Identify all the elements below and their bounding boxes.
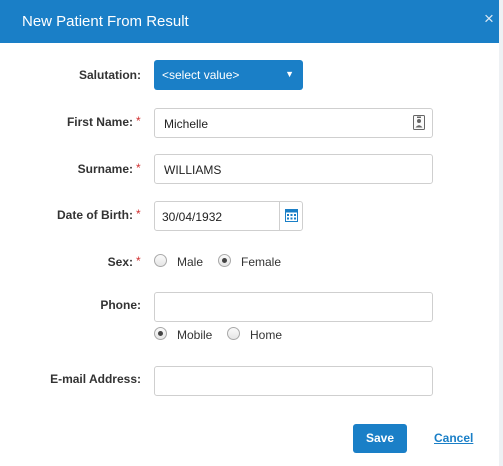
dob-required-marker: * [136, 207, 141, 221]
dob-label: Date of Birth: [57, 208, 133, 222]
phone-home-label[interactable]: Home [250, 328, 282, 342]
dob-field[interactable]: 30/04/1932 [154, 201, 303, 231]
first-name-value: Michelle [164, 117, 209, 131]
phone-field[interactable] [154, 292, 433, 322]
phone-mobile-radio[interactable] [154, 327, 167, 340]
first-name-label: First Name: [66, 115, 133, 129]
dialog-title: New Patient From Result [22, 13, 189, 30]
surname-label: Surname: [77, 162, 133, 176]
dob-value: 30/04/1932 [162, 210, 223, 224]
email-field[interactable] [154, 366, 433, 396]
contact-card-icon[interactable] [413, 115, 425, 130]
sex-label: Sex: [107, 255, 133, 269]
sex-female-label[interactable]: Female [241, 255, 281, 269]
dob-divider [279, 202, 280, 230]
chevron-down-icon: ▼ [285, 69, 294, 79]
first-name-required-marker: * [136, 114, 141, 128]
sex-male-radio[interactable] [154, 254, 167, 267]
sex-required-marker: * [136, 254, 141, 268]
salutation-select[interactable]: <select value> ▼ [154, 60, 303, 90]
first-name-field[interactable]: Michelle [154, 108, 433, 138]
sex-male-label[interactable]: Male [177, 255, 203, 269]
calendar-icon[interactable] [285, 209, 298, 222]
phone-label: Phone: [100, 298, 141, 312]
email-label: E-mail Address: [50, 372, 141, 386]
save-button[interactable]: Save [353, 424, 407, 453]
surname-field[interactable]: WILLIAMS [154, 154, 433, 184]
dialog-edge [499, 0, 503, 466]
salutation-label: Salutation: [79, 68, 141, 82]
dialog-titlebar: New Patient From Result × [0, 0, 499, 43]
surname-required-marker: * [136, 161, 141, 175]
surname-value: WILLIAMS [164, 163, 222, 177]
cancel-link[interactable]: Cancel [434, 431, 473, 445]
salutation-value: <select value> [162, 68, 240, 82]
phone-home-radio[interactable] [227, 327, 240, 340]
close-icon[interactable]: × [481, 9, 497, 29]
phone-mobile-label[interactable]: Mobile [177, 328, 212, 342]
sex-female-radio[interactable] [218, 254, 231, 267]
